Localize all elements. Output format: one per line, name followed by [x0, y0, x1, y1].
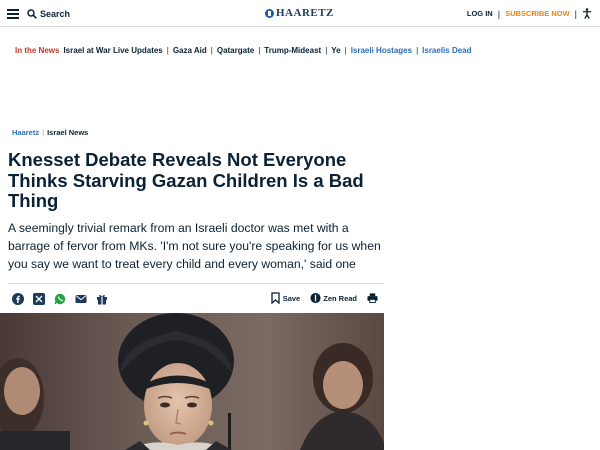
email-icon[interactable] [75, 293, 87, 305]
news-nav-item[interactable]: Ye [331, 46, 340, 55]
share-toolbar: Save Zen Read [8, 283, 384, 311]
print-icon [367, 293, 378, 304]
news-nav-item[interactable]: Gaza Aid [173, 46, 207, 55]
zen-read-icon [310, 292, 321, 304]
article-hero-image[interactable] [0, 313, 384, 450]
news-nav-item[interactable]: Israeli Hostages [351, 46, 412, 55]
divider: | [325, 46, 328, 55]
print-button[interactable] [367, 292, 378, 304]
whatsapp-icon[interactable] [54, 293, 66, 305]
news-nav-item[interactable]: Israelis Dead [422, 46, 471, 55]
divider: | [497, 8, 501, 19]
save-button[interactable]: Save [270, 292, 301, 304]
news-nav-item[interactable]: Trump-Mideast [264, 46, 321, 55]
article-headline: Knesset Debate Reveals Not Everyone Thin… [8, 149, 364, 211]
menu-icon[interactable] [7, 9, 19, 19]
in-the-news-label: In the News [15, 46, 60, 55]
news-nav-item[interactable]: Qatargate [217, 46, 254, 55]
zen-read-label: Zen Read [323, 293, 357, 303]
zen-read-button[interactable]: Zen Read [310, 292, 357, 304]
breadcrumb-home-link[interactable]: Haaretz [12, 128, 39, 137]
article-tools: Save Zen Read [270, 292, 378, 304]
gift-icon[interactable] [96, 293, 108, 305]
logo-text: HAARETZ [276, 7, 334, 19]
site-logo[interactable]: HAARETZ [265, 7, 334, 19]
logo-mark-icon [265, 8, 274, 18]
login-link[interactable]: LOG IN [467, 9, 493, 18]
site-header: Search HAARETZ LOG IN | SUBSCRIBE NOW | [0, 0, 600, 27]
breadcrumb-section-link[interactable]: Israel News [47, 128, 88, 137]
header-actions: LOG IN | SUBSCRIBE NOW | [467, 8, 592, 19]
divider: | [344, 46, 347, 55]
search-icon [27, 9, 37, 19]
x-icon[interactable] [33, 293, 45, 305]
accessibility-icon[interactable] [582, 8, 592, 19]
divider: | [166, 46, 169, 55]
divider: | [210, 46, 213, 55]
subscribe-link[interactable]: SUBSCRIBE NOW [505, 9, 570, 18]
divider: | [258, 46, 261, 55]
news-nav-item[interactable]: Israel at War Live Updates [63, 46, 162, 55]
divider: | [416, 46, 419, 55]
divider: | [574, 8, 577, 19]
divider: | [42, 128, 45, 137]
save-label: Save [282, 293, 301, 303]
breadcrumb: Haaretz | Israel News [12, 128, 88, 137]
hero-photo [0, 313, 384, 450]
article-subheadline: A seemingly trivial remark from an Israe… [8, 221, 381, 271]
search-button[interactable]: Search [27, 8, 70, 20]
facebook-icon[interactable] [12, 293, 24, 305]
search-label: Search [40, 9, 71, 19]
bookmark-icon [271, 292, 280, 304]
share-icons [12, 293, 108, 305]
in-the-news-nav: In the News Israel at War Live Updates |… [15, 46, 472, 55]
